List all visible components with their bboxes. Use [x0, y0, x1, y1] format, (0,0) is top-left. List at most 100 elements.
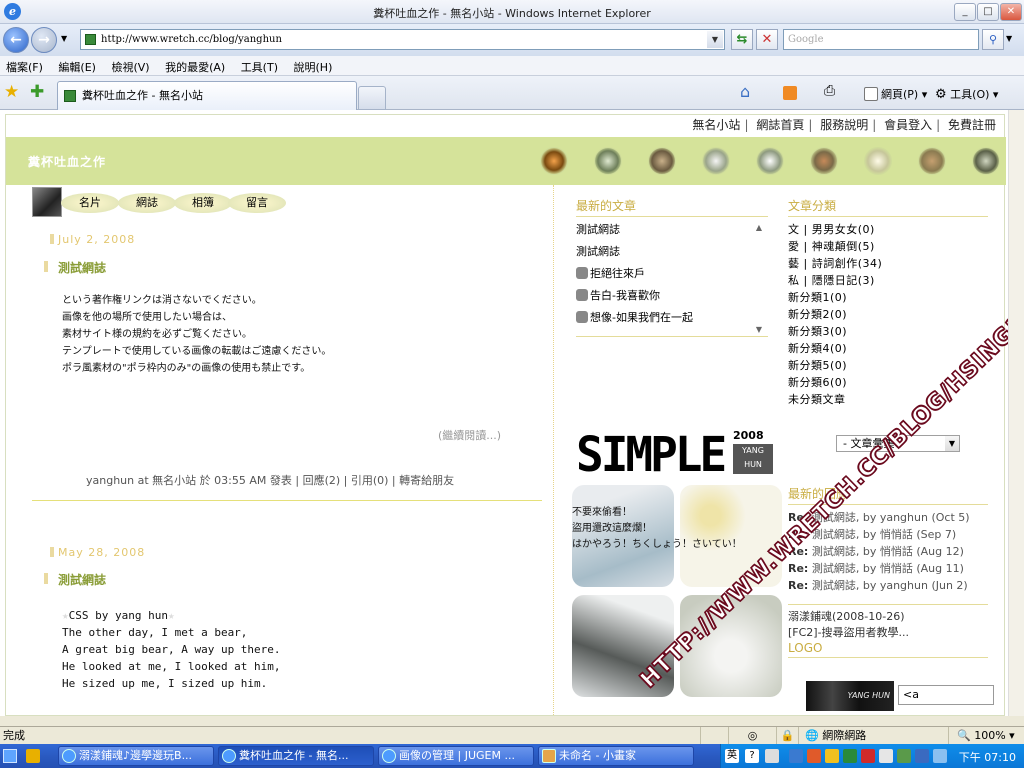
category-item[interactable]: 愛 | 神魂顛倒(5): [788, 238, 988, 255]
recent-post-item[interactable]: 告白-我喜歡你: [576, 285, 768, 307]
read-more-link[interactable]: (繼續閱讀...): [438, 427, 501, 443]
category-item[interactable]: 新分類3(0): [788, 323, 988, 340]
taskbar-item-active[interactable]: 糞杯吐血之作 - 無名...: [218, 746, 374, 766]
category-item[interactable]: 私 | 隱隱日記(3): [788, 272, 988, 289]
recent-post-item[interactable]: 測試網誌: [576, 219, 768, 241]
nav-blog[interactable]: 網誌: [118, 193, 176, 213]
privacy-icon[interactable]: ◎: [728, 727, 776, 745]
banner-icon[interactable]: [756, 147, 784, 175]
speaker-icon[interactable]: [933, 749, 947, 763]
banner-icon[interactable]: [648, 147, 676, 175]
tray-icon[interactable]: [861, 749, 875, 763]
category-item[interactable]: 新分類2(0): [788, 306, 988, 323]
menu-help[interactable]: 說明(H): [288, 56, 339, 75]
topnav-wretch[interactable]: 無名小站: [688, 118, 744, 132]
favorites-star-icon[interactable]: ★: [4, 82, 19, 102]
trackback-item[interactable]: 溺漾鋪魂(2008-10-26): [788, 609, 988, 625]
tray-icon[interactable]: [807, 749, 821, 763]
feeds-icon[interactable]: [783, 86, 800, 100]
post-title[interactable]: 測試網誌: [43, 571, 106, 588]
clock[interactable]: 下午 07:10: [959, 749, 1016, 765]
category-item[interactable]: 新分類1(0): [788, 289, 988, 306]
tray-icon[interactable]: [789, 749, 803, 763]
banner-icon[interactable]: [594, 147, 622, 175]
post-title[interactable]: 測試網誌: [43, 259, 106, 276]
recent-post-item[interactable]: 測試網誌: [576, 241, 768, 263]
category-item[interactable]: 藝 | 詩詞創作(34): [788, 255, 988, 272]
search-input[interactable]: Google: [783, 29, 979, 50]
avatar[interactable]: [32, 187, 62, 217]
topnav-login[interactable]: 會員登入: [880, 118, 936, 132]
security-zone[interactable]: 🌐 網際網路: [798, 727, 948, 745]
post-footer[interactable]: yanghun at 無名小站 於 03:55 AM 發表 | 回應(2) | …: [86, 472, 454, 488]
page-menu[interactable]: 網頁(P) ▾: [864, 86, 927, 102]
tab-current[interactable]: 糞杯吐血之作 - 無名小站: [57, 81, 357, 110]
reply-item[interactable]: Re: 測試網誌, by 悄悄話 (Aug 11): [788, 560, 998, 577]
nav-profile[interactable]: 名片: [61, 193, 119, 213]
show-desktop-icon[interactable]: [3, 749, 17, 763]
search-options-icon[interactable]: ▼: [1006, 34, 1012, 43]
category-item[interactable]: 文 | 男男女女(0): [788, 221, 988, 238]
banner-icon[interactable]: [918, 147, 946, 175]
recent-post-item[interactable]: 想像-如果我們在一起: [576, 307, 768, 329]
blog-title[interactable]: 糞杯吐血之作: [28, 153, 106, 170]
tray-icon[interactable]: [843, 749, 857, 763]
banner-icon[interactable]: [810, 147, 838, 175]
tray-icon[interactable]: [765, 749, 779, 763]
history-dropdown-icon[interactable]: ▼: [61, 34, 67, 43]
recent-post-item[interactable]: 拒絕往來戶: [576, 263, 768, 285]
refresh-button[interactable]: ⇆: [731, 29, 753, 50]
topnav-blog-home[interactable]: 網誌首頁: [752, 118, 808, 132]
logo-code-field[interactable]: <a: [898, 685, 994, 705]
scroll-down-icon[interactable]: ▼: [756, 325, 762, 334]
menu-favorites[interactable]: 我的最愛(A): [159, 56, 231, 75]
banner-icon[interactable]: [972, 147, 1000, 175]
category-item[interactable]: 新分類4(0): [788, 340, 988, 357]
recent-posts-list[interactable]: 測試網誌 測試網誌 拒絕往來戶 告白-我喜歡你 想像-如果我們在一起 ▲ ▼: [576, 219, 768, 337]
taskbar-item[interactable]: 未命名 - 小畫家: [538, 746, 694, 766]
minimize-button[interactable]: _: [954, 3, 976, 21]
tray-icon[interactable]: [879, 749, 893, 763]
zoom-level[interactable]: 🔍 100% ▾: [948, 727, 1024, 745]
add-favorite-icon[interactable]: ✚: [30, 82, 44, 102]
menu-tools[interactable]: 工具(T): [235, 56, 284, 75]
tray-icon[interactable]: [915, 749, 929, 763]
scroll-up-icon[interactable]: ▲: [756, 223, 762, 232]
trackback-item[interactable]: [FC2]-搜尋盜用者教學...: [788, 625, 988, 641]
stop-button[interactable]: ✕: [756, 29, 778, 50]
topnav-help[interactable]: 服務說明: [816, 118, 872, 132]
maximize-button[interactable]: □: [977, 3, 999, 21]
search-icon[interactable]: ⚲: [982, 29, 1004, 50]
menu-edit[interactable]: 編輯(E): [52, 56, 102, 75]
address-dropdown-icon[interactable]: ▼: [707, 31, 723, 48]
photo-caption: 不要來偷看！ 盜用還改這麼爛！ はかやろう！ちくしょう！さいてい！: [572, 507, 742, 550]
reply-item[interactable]: Re: 測試網誌, by 悄悄話 (Aug 12): [788, 543, 998, 560]
address-bar[interactable]: http://www.wretch.cc/blog/yanghun ▼: [80, 29, 725, 50]
taskbar-item[interactable]: 溺漾鋪魂♪邊學邊玩B...: [58, 746, 214, 766]
topnav-register[interactable]: 免費註冊: [944, 118, 1000, 132]
menu-file[interactable]: 檔案(F): [0, 56, 49, 75]
banner-icon[interactable]: [540, 147, 568, 175]
vertical-scrollbar[interactable]: [1008, 110, 1024, 716]
tools-menu[interactable]: ⚙ 工具(O) ▾: [935, 86, 998, 102]
home-icon[interactable]: ⌂: [740, 82, 750, 101]
new-tab-button[interactable]: [358, 86, 386, 110]
nav-guestbook[interactable]: 留言: [228, 193, 286, 213]
close-button[interactable]: ✕: [1000, 3, 1022, 21]
back-button[interactable]: ←: [3, 27, 29, 53]
quick-launch-icon[interactable]: [26, 749, 40, 763]
menu-view[interactable]: 檢視(V): [105, 56, 155, 75]
nav-album[interactable]: 相簿: [174, 193, 232, 213]
help-icon[interactable]: ?: [745, 749, 759, 763]
ime-icon[interactable]: 英: [725, 749, 739, 763]
reply-item[interactable]: Re: 測試網誌, by yanghun (Jun 2): [788, 577, 998, 594]
tray-icon[interactable]: [825, 749, 839, 763]
logo-image: YANG HUN: [806, 681, 894, 711]
chevron-down-icon: ▼: [945, 436, 959, 451]
forward-button[interactable]: →: [31, 27, 57, 53]
print-icon[interactable]: ⎙: [824, 83, 835, 99]
tray-icon[interactable]: [897, 749, 911, 763]
banner-icon[interactable]: [702, 147, 730, 175]
banner-icon[interactable]: [864, 147, 892, 175]
taskbar-item[interactable]: 画像の管理 | JUGEM ...: [378, 746, 534, 766]
